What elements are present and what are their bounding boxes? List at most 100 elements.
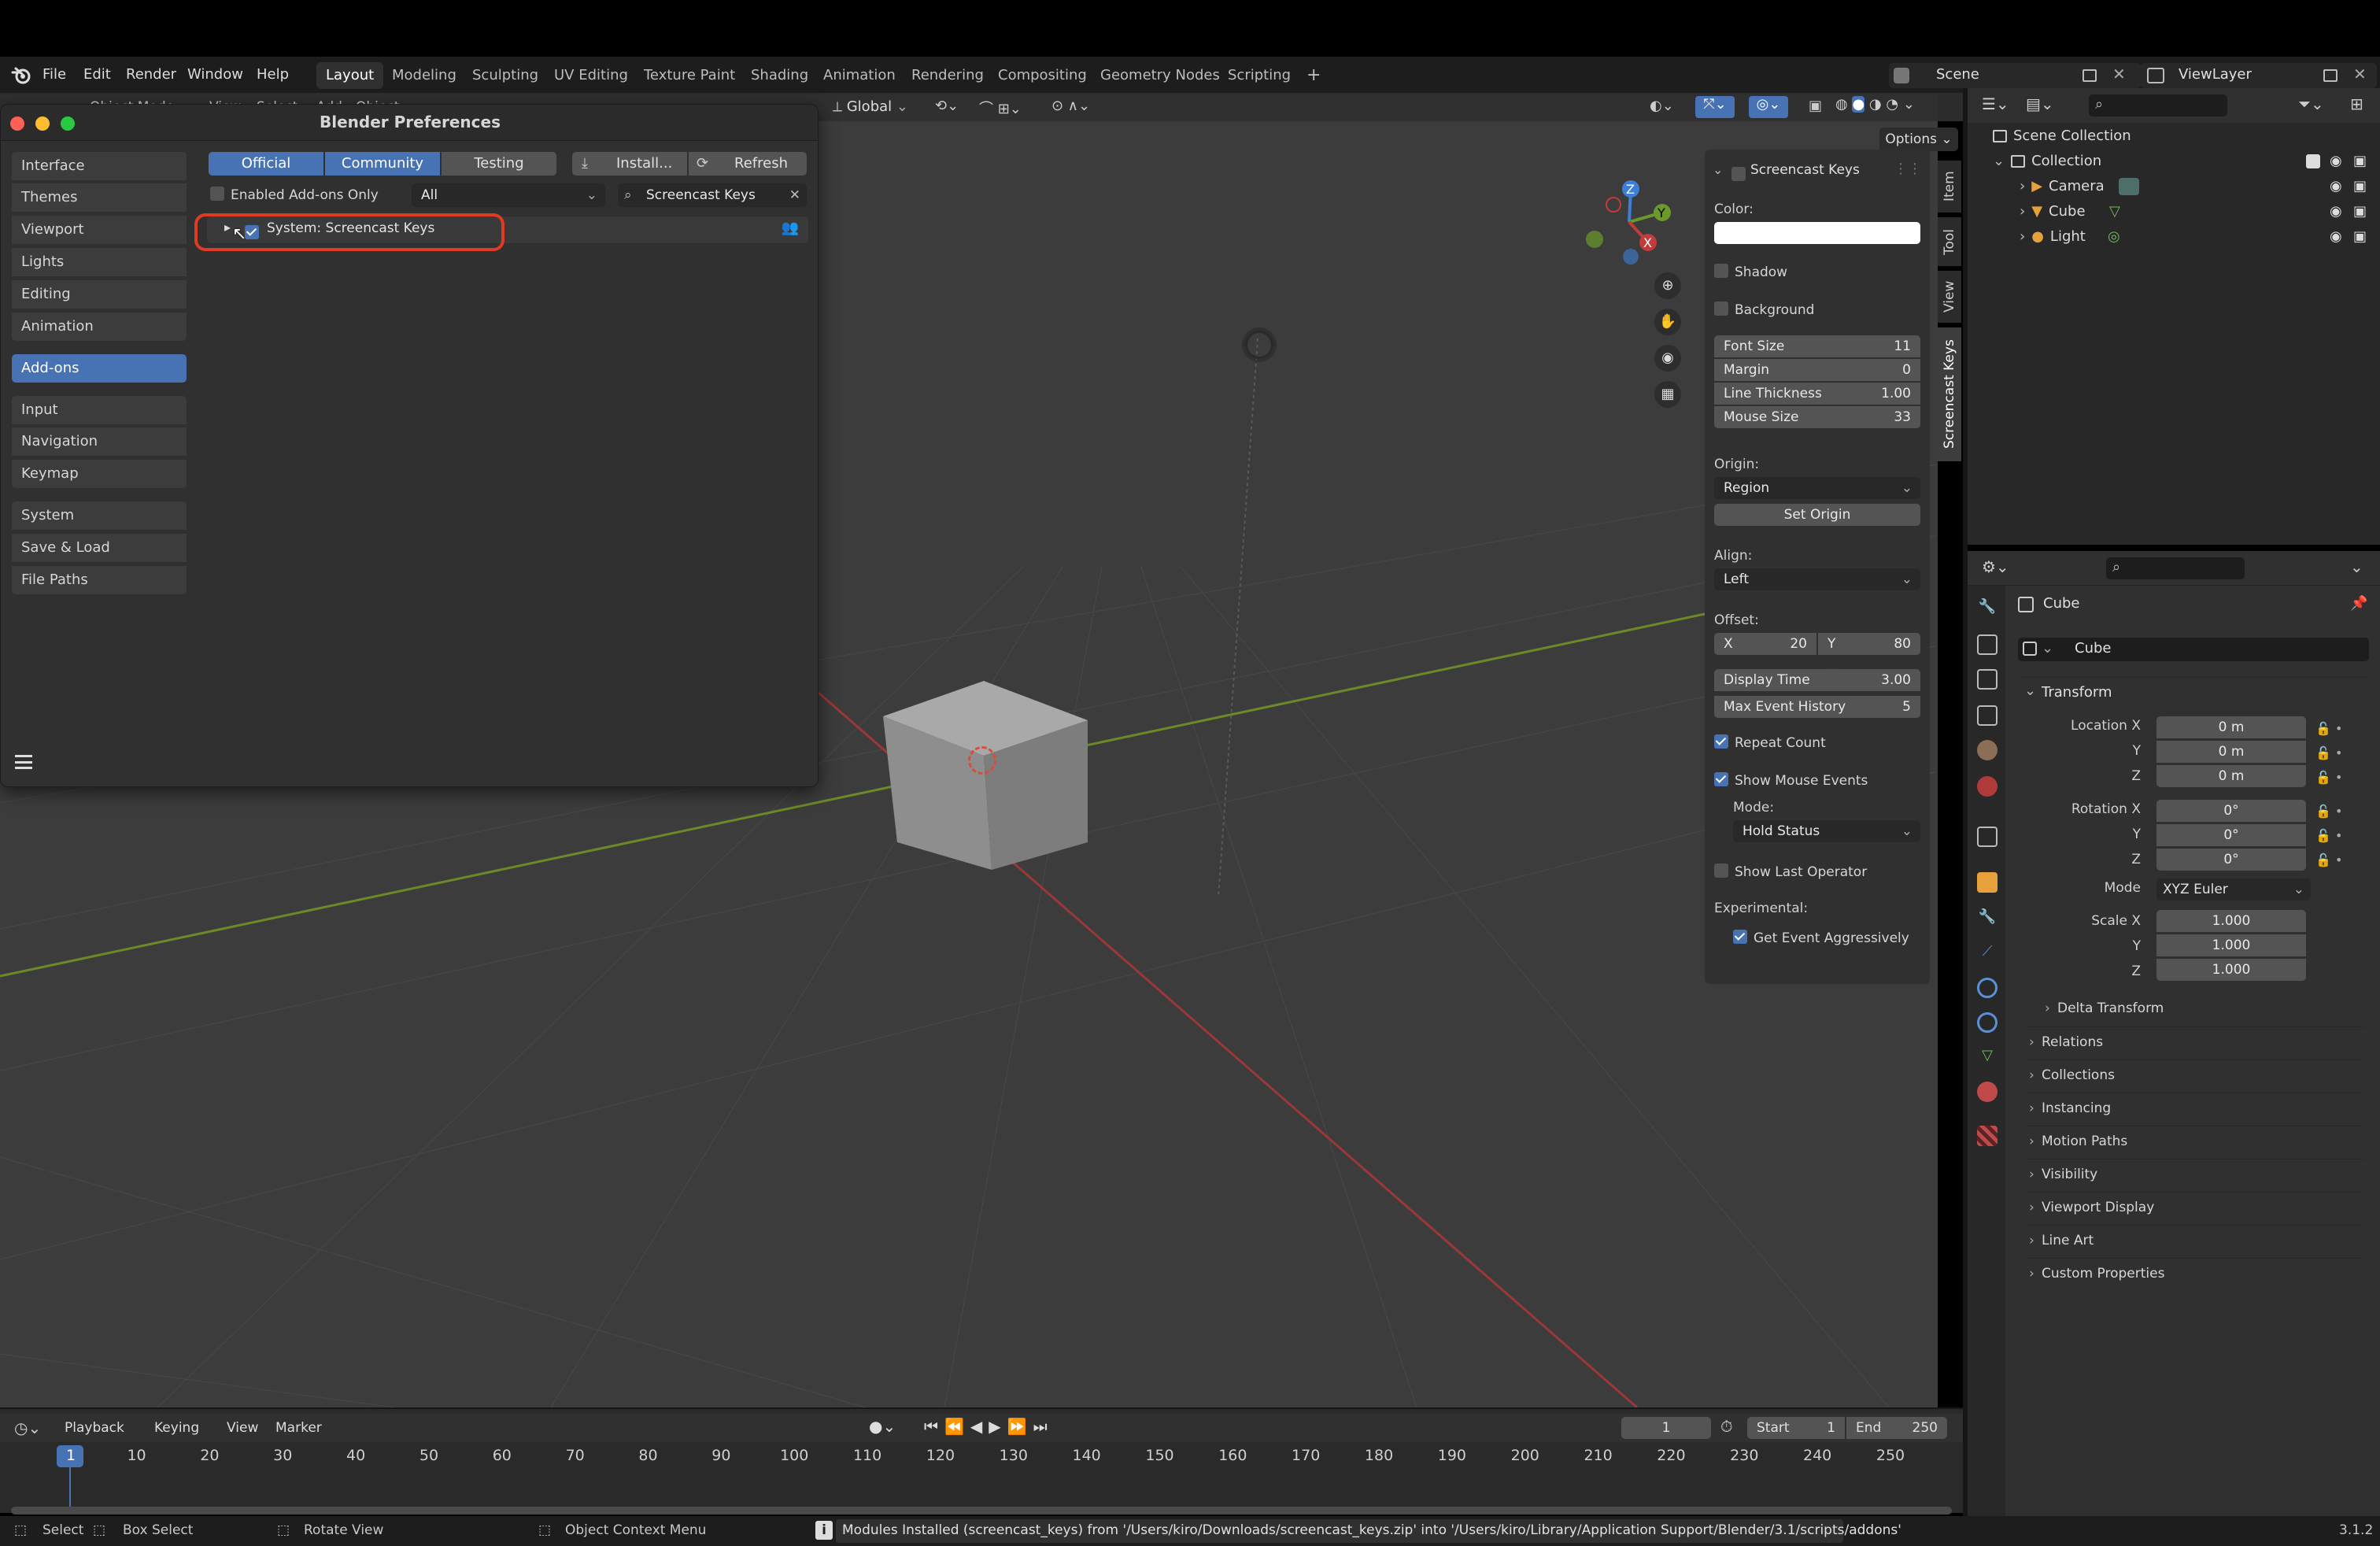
prev-keyframe-icon[interactable]: ⏪ — [944, 1417, 970, 1436]
location-z-field[interactable]: 0 m — [2156, 765, 2306, 787]
get-event-aggressively-box[interactable] — [1733, 930, 1747, 944]
current-frame-field[interactable]: 1 — [1621, 1417, 1711, 1439]
snapping-icon[interactable]: ⌒ ⊞⌄ — [979, 98, 1042, 118]
workspace-tab-shading[interactable]: Shading — [741, 62, 818, 89]
enabled-only-checkbox[interactable]: Enabled Add-ons Only — [210, 185, 379, 205]
constraints-tab-icon[interactable] — [1977, 1012, 1998, 1033]
stopwatch-icon[interactable]: ⏱ — [1720, 1417, 1733, 1436]
chevron-down-icon[interactable]: ⌄ — [1713, 162, 1723, 177]
outliner-collection[interactable]: ⌄ Collection ◉ ▣ — [1993, 150, 2371, 173]
new-scene-icon[interactable] — [2082, 69, 2097, 82]
workspace-tab-scripting[interactable]: Scripting — [1218, 62, 1300, 89]
output-tab-icon[interactable] — [1977, 669, 1998, 690]
editor-type-icon[interactable]: ◷⌄ — [14, 1418, 41, 1437]
panel-enable-checkbox[interactable] — [1731, 167, 1746, 181]
lock-icon[interactable]: 🔓 • — [2315, 716, 2363, 741]
start-frame-field[interactable]: Start 1 — [1747, 1417, 1845, 1439]
section-line-art[interactable]: Line Art — [2026, 1225, 2364, 1256]
hamburger-menu-icon[interactable] — [15, 755, 32, 769]
background-checkbox[interactable]: Background — [1714, 301, 1814, 320]
outliner-item-cube[interactable]: › ▼ Cube ▽ ◉ ▣ — [2020, 200, 2371, 224]
outliner-search-input[interactable]: ⌕ — [2089, 94, 2227, 117]
workspace-tab-layout[interactable]: Layout — [316, 62, 384, 89]
timeline-menu-view[interactable]: View — [227, 1420, 258, 1436]
workspace-tab-texture-paint[interactable]: Texture Paint — [634, 62, 745, 89]
workspace-tab-geometry-nodes[interactable]: Geometry Nodes — [1091, 62, 1229, 89]
editor-type-icon[interactable]: ☰⌄ — [1982, 94, 2009, 113]
viewport-options-button[interactable]: Options ⌄ — [1879, 128, 1958, 151]
shadow-checkbox[interactable]: Shadow — [1714, 263, 1787, 282]
light-object-icon[interactable] — [1245, 331, 1273, 359]
rotation-y-field[interactable]: 0° — [2156, 824, 2306, 846]
section-custom-properties[interactable]: Custom Properties — [2026, 1258, 2364, 1289]
section-relations[interactable]: Relations — [2026, 1026, 2364, 1057]
workspace-tab-sculpting[interactable]: Sculpting — [463, 62, 548, 89]
view-layer-selector[interactable]: ViewLayer ✕ — [2141, 63, 2377, 88]
pref-nav-interface[interactable]: Interface — [12, 152, 187, 180]
timeline-menu-marker[interactable]: Marker — [275, 1420, 322, 1436]
align-dropdown[interactable]: Left ⌄ — [1714, 568, 1920, 590]
jump-start-icon[interactable]: ⏮ — [924, 1417, 944, 1436]
location-y-field[interactable]: 0 m — [2156, 741, 2306, 763]
camera-render-icon[interactable]: ▣ — [2353, 150, 2367, 173]
play-reverse-icon[interactable]: ◀ — [970, 1417, 989, 1436]
filter-icon[interactable]: ⏷⌄ — [2298, 94, 2324, 113]
material-tab-icon[interactable] — [1977, 1082, 1998, 1102]
location-x-field[interactable]: 0 m — [2156, 716, 2306, 738]
scale-x-field[interactable]: 1.000 — [2156, 910, 2306, 932]
shading-mode-buttons[interactable]: ◍ ● ◑ ◔ ⌄ — [1835, 96, 1938, 118]
scale-y-field[interactable]: 1.000 — [2156, 934, 2306, 956]
get-event-aggressively-checkbox[interactable]: Get Event Aggressively — [1733, 929, 1909, 948]
pref-nav-animation[interactable]: Animation — [12, 313, 187, 341]
rendered-shading-icon[interactable]: ◔ — [1886, 96, 1898, 113]
pref-nav-editing[interactable]: Editing — [12, 280, 187, 309]
pref-nav-add-ons[interactable]: Add-ons — [12, 354, 187, 383]
lock-icon[interactable]: 🔓 • — [2315, 799, 2363, 823]
pref-nav-save-load[interactable]: Save & Load — [12, 534, 187, 562]
lock-icon[interactable]: 🔓 • — [2315, 765, 2363, 790]
section-instancing[interactable]: Instancing — [2026, 1093, 2364, 1123]
section-collections[interactable]: Collections — [2026, 1060, 2364, 1090]
new-view-layer-icon[interactable] — [2323, 69, 2338, 82]
lock-icon[interactable]: 🔓 • — [2315, 848, 2363, 872]
shadow-box[interactable] — [1714, 264, 1728, 278]
camera-view-icon[interactable]: ◉ — [1654, 345, 1681, 372]
pref-nav-file-paths[interactable]: File Paths — [12, 566, 187, 594]
section-delta-transform[interactable]: Delta Transform — [2042, 993, 2380, 1023]
pref-nav-input[interactable]: Input — [12, 396, 187, 424]
record-icon[interactable]: ●⌄ — [869, 1417, 896, 1436]
wireframe-shading-icon[interactable]: ◍ — [1835, 96, 1848, 113]
rotation-z-field[interactable]: 0° — [2156, 849, 2306, 871]
visibility-selectability-icon[interactable]: ◐⌄ — [1650, 98, 1689, 118]
material-shading-icon[interactable]: ◑ — [1869, 96, 1882, 113]
color-swatch[interactable] — [1714, 222, 1920, 244]
menu-help[interactable]: Help — [257, 63, 289, 87]
show-last-operator-checkbox[interactable]: Show Last Operator — [1714, 863, 1867, 882]
cube-object[interactable] — [874, 649, 1110, 901]
expand-arrow-icon[interactable]: › — [2020, 203, 2025, 220]
mouse-mode-dropdown[interactable]: Hold Status ⌄ — [1733, 820, 1920, 842]
rotation-mode-dropdown[interactable]: XYZ Euler ⌄ — [2156, 878, 2311, 901]
display-mode-icon[interactable]: ▤⌄ — [2026, 94, 2054, 113]
blender-logo-icon[interactable] — [11, 65, 31, 85]
timeline-scrollbar[interactable] — [11, 1507, 1952, 1515]
workspace-tab-compositing[interactable]: Compositing — [989, 62, 1096, 89]
set-origin-button[interactable]: Set Origin — [1714, 504, 1920, 526]
refresh-button[interactable]: ⟳ Refresh — [689, 152, 807, 176]
camera-render-icon[interactable]: ▣ — [2353, 225, 2367, 249]
render-tab-icon[interactable] — [1977, 634, 1998, 655]
lock-icon[interactable]: 🔓 • — [2315, 741, 2363, 765]
pref-nav-lights[interactable]: Lights — [12, 248, 187, 276]
workspace-tab-modeling[interactable]: Modeling — [382, 62, 466, 89]
object-name-field[interactable]: ⌄ Cube — [2018, 638, 2369, 661]
transform-section-header[interactable]: ⌄ Transform — [2018, 677, 2369, 705]
scene-selector[interactable]: Scene ✕ — [1889, 63, 2141, 88]
sidebar-tab-tool[interactable]: Tool — [1938, 217, 1961, 266]
menu-edit[interactable]: Edit — [83, 63, 111, 87]
eye-icon[interactable]: ◉ — [2330, 225, 2342, 249]
eye-icon[interactable]: ◉ — [2330, 150, 2342, 173]
background-box[interactable] — [1714, 301, 1728, 316]
repeat-count-checkbox[interactable]: Repeat Count — [1714, 734, 1826, 753]
pref-nav-keymap[interactable]: Keymap — [12, 460, 187, 488]
show-mouse-events-box[interactable] — [1714, 772, 1728, 786]
